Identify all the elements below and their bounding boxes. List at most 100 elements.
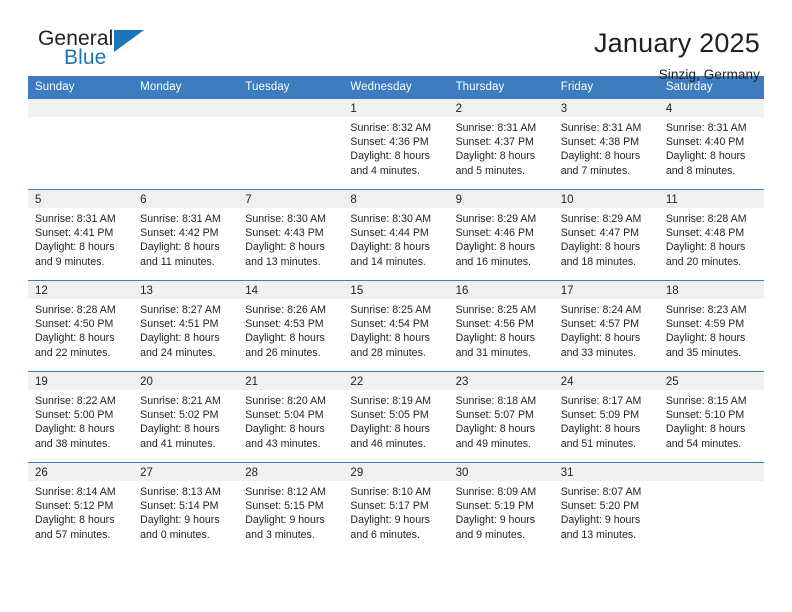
sunset-time: Sunset: 5:15 PM [245, 500, 324, 513]
day-details: Sunrise: 8:30 AM Sunset: 4:43 PM Daylight:… [238, 208, 343, 269]
day-details: Sunrise: 8:07 AM Sunset: 5:20 PM Daylight:… [554, 481, 659, 542]
day-number: 21 [238, 372, 344, 390]
sunrise-time: Sunrise: 8:21 AM [140, 395, 221, 407]
calendar-day-cell[interactable]: 22 Sunrise: 8:19 AM Sunset: 5:05 PM Dayligh… [343, 371, 449, 463]
sunset-time: Sunset: 4:46 PM [455, 227, 534, 240]
calendar-day-cell[interactable]: 21 Sunrise: 8:20 AM Sunset: 5:04 PM Dayligh… [238, 371, 344, 463]
day-number: 7 [238, 190, 344, 208]
daylight-duration: Daylight: 9 hours and 13 minutes. [560, 514, 641, 541]
day-number: 28 [238, 463, 344, 481]
calendar-grid: Sunday Monday Tuesday Wednesday Thursday… [28, 76, 764, 553]
sunset-time: Sunset: 4:42 PM [140, 227, 219, 240]
calendar-week-row: 26 Sunrise: 8:14 AM Sunset: 5:12 PM Dayligh… [28, 462, 764, 553]
day-number: 17 [553, 281, 659, 299]
calendar-day-cell[interactable]: 31 Sunrise: 8:07 AM Sunset: 5:20 PM Dayligh… [553, 462, 659, 553]
sunset-time: Sunset: 4:40 PM [665, 136, 745, 149]
calendar-day-cell[interactable]: 18 Sunrise: 8:23 AM Sunset: 4:59 PM Dayligh… [658, 280, 764, 372]
calendar-day-cell[interactable]: 3 Sunrise: 8:31 AM Sunset: 4:38 PM Daylight… [553, 99, 659, 190]
calendar-week-row: 5 Sunrise: 8:31 AM Sunset: 4:41 PM Daylight… [28, 189, 764, 281]
calendar-day-cell[interactable]: 8 Sunrise: 8:30 AM Sunset: 4:44 PM Daylight… [343, 189, 449, 281]
calendar-day-cell[interactable]: 23 Sunrise: 8:18 AM Sunset: 5:07 PM Dayligh… [448, 371, 554, 463]
calendar-week-row: 12 Sunrise: 8:28 AM Sunset: 4:50 PM Dayligh… [28, 280, 764, 372]
day-number: 19 [28, 372, 134, 390]
calendar-day-cell[interactable]: 26 Sunrise: 8:14 AM Sunset: 5:12 PM Dayligh… [28, 462, 134, 553]
day-number: 29 [343, 463, 449, 481]
daylight-duration: Daylight: 8 hours and 9 minutes. [35, 241, 115, 268]
sunset-time: Sunset: 5:12 PM [35, 500, 114, 513]
day-number [238, 99, 344, 117]
calendar-day-cell[interactable]: 16 Sunrise: 8:25 AM Sunset: 4:56 PM Dayligh… [448, 280, 554, 372]
calendar-day-cell[interactable]: 19 Sunrise: 8:22 AM Sunset: 5:00 PM Dayligh… [28, 371, 134, 463]
day-details: Sunrise: 8:25 AM Sunset: 4:56 PM Daylight:… [449, 299, 554, 360]
daylight-duration: Daylight: 8 hours and 43 minutes. [245, 423, 325, 450]
day-details: Sunrise: 8:12 AM Sunset: 5:15 PM Daylight:… [238, 481, 343, 542]
sunrise-time: Sunrise: 8:26 AM [245, 304, 326, 316]
calendar-page: General Blue January 2025 Sinzig, German… [0, 0, 792, 612]
day-number: 25 [658, 372, 764, 390]
calendar-day-cell[interactable]: 6 Sunrise: 8:31 AM Sunset: 4:42 PM Daylight… [133, 189, 239, 281]
calendar-day-cell[interactable]: 11 Sunrise: 8:28 AM Sunset: 4:48 PM Dayligh… [658, 189, 764, 281]
sunset-time: Sunset: 4:50 PM [35, 318, 114, 331]
day-details: Sunrise: 8:31 AM Sunset: 4:37 PM Daylight:… [449, 117, 554, 178]
sunset-time: Sunset: 5:20 PM [560, 500, 640, 513]
daylight-duration: Daylight: 9 hours and 0 minutes. [140, 514, 220, 541]
day-details: Sunrise: 8:30 AM Sunset: 4:44 PM Daylight:… [343, 208, 448, 269]
day-details: Sunrise: 8:13 AM Sunset: 5:14 PM Daylight:… [133, 481, 238, 542]
day-number: 9 [448, 190, 554, 208]
daylight-duration: Daylight: 9 hours and 9 minutes. [455, 514, 536, 541]
daylight-duration: Daylight: 8 hours and 7 minutes. [560, 150, 641, 177]
daylight-duration: Daylight: 8 hours and 49 minutes. [455, 423, 536, 450]
day-details: Sunrise: 8:29 AM Sunset: 4:46 PM Daylight:… [449, 208, 554, 269]
calendar-day-cell[interactable]: 24 Sunrise: 8:17 AM Sunset: 5:09 PM Dayligh… [553, 371, 659, 463]
daylight-duration: Daylight: 8 hours and 4 minutes. [350, 150, 430, 177]
calendar-day-cell-empty [28, 99, 134, 190]
calendar-week-row: 19 Sunrise: 8:22 AM Sunset: 5:00 PM Dayligh… [28, 371, 764, 463]
day-number: 27 [133, 463, 239, 481]
calendar-day-cell[interactable]: 14 Sunrise: 8:26 AM Sunset: 4:53 PM Dayligh… [238, 280, 344, 372]
day-details: Sunrise: 8:28 AM Sunset: 4:48 PM Daylight:… [659, 208, 764, 269]
calendar-day-cell[interactable]: 30 Sunrise: 8:09 AM Sunset: 5:19 PM Dayligh… [448, 462, 554, 553]
calendar-day-cell[interactable]: 7 Sunrise: 8:30 AM Sunset: 4:43 PM Daylight… [238, 189, 344, 281]
day-number: 30 [448, 463, 554, 481]
calendar-day-cell[interactable]: 12 Sunrise: 8:28 AM Sunset: 4:50 PM Dayligh… [28, 280, 134, 372]
day-details: Sunrise: 8:31 AM Sunset: 4:41 PM Daylight:… [28, 208, 133, 269]
sunset-time: Sunset: 5:00 PM [35, 409, 114, 422]
daylight-duration: Daylight: 9 hours and 6 minutes. [350, 514, 430, 541]
daylight-duration: Daylight: 8 hours and 38 minutes. [35, 423, 115, 450]
calendar-day-cell[interactable]: 28 Sunrise: 8:12 AM Sunset: 5:15 PM Dayligh… [238, 462, 344, 553]
calendar-day-cell[interactable]: 20 Sunrise: 8:21 AM Sunset: 5:02 PM Dayligh… [133, 371, 239, 463]
calendar-day-cell[interactable]: 9 Sunrise: 8:29 AM Sunset: 4:46 PM Daylight… [448, 189, 554, 281]
sunrise-time: Sunrise: 8:31 AM [560, 122, 642, 134]
sunset-time: Sunset: 5:19 PM [455, 500, 534, 513]
sunset-time: Sunset: 5:09 PM [560, 409, 640, 422]
calendar-day-cell[interactable]: 13 Sunrise: 8:27 AM Sunset: 4:51 PM Dayligh… [133, 280, 239, 372]
calendar-day-cell[interactable]: 10 Sunrise: 8:29 AM Sunset: 4:47 PM Dayligh… [553, 189, 659, 281]
weekday-header-tuesday: Tuesday [238, 76, 344, 99]
calendar-day-cell[interactable]: 27 Sunrise: 8:13 AM Sunset: 5:14 PM Dayligh… [133, 462, 239, 553]
daylight-duration: Daylight: 8 hours and 57 minutes. [35, 514, 115, 541]
calendar-day-cell[interactable]: 1 Sunrise: 8:32 AM Sunset: 4:36 PM Daylight… [343, 99, 449, 190]
daylight-duration: Daylight: 8 hours and 5 minutes. [455, 150, 536, 177]
sunrise-time: Sunrise: 8:31 AM [665, 122, 747, 134]
sunset-time: Sunset: 4:48 PM [665, 227, 745, 240]
sunrise-time: Sunrise: 8:23 AM [665, 304, 747, 316]
calendar-day-cell[interactable]: 29 Sunrise: 8:10 AM Sunset: 5:17 PM Dayligh… [343, 462, 449, 553]
calendar-day-cell[interactable]: 4 Sunrise: 8:31 AM Sunset: 4:40 PM Daylight… [658, 99, 764, 190]
day-number: 26 [28, 463, 134, 481]
sunrise-time: Sunrise: 8:20 AM [245, 395, 326, 407]
day-number: 11 [658, 190, 764, 208]
sunrise-time: Sunrise: 8:32 AM [350, 122, 432, 134]
calendar-day-cell[interactable]: 5 Sunrise: 8:31 AM Sunset: 4:41 PM Daylight… [28, 189, 134, 281]
sunset-time: Sunset: 4:47 PM [560, 227, 640, 240]
triangle-icon [114, 30, 144, 52]
calendar-day-cell[interactable]: 15 Sunrise: 8:25 AM Sunset: 4:54 PM Dayligh… [343, 280, 449, 372]
calendar-day-cell[interactable]: 2 Sunrise: 8:31 AM Sunset: 4:37 PM Daylight… [448, 99, 554, 190]
sunrise-time: Sunrise: 8:09 AM [455, 486, 537, 498]
sunrise-time: Sunrise: 8:24 AM [560, 304, 642, 316]
sunset-time: Sunset: 4:38 PM [560, 136, 640, 149]
day-number: 1 [343, 99, 449, 117]
sunrise-time: Sunrise: 8:30 AM [245, 213, 326, 225]
calendar-day-cell[interactable]: 25 Sunrise: 8:15 AM Sunset: 5:10 PM Dayligh… [658, 371, 764, 463]
brand-logo[interactable]: General Blue [28, 27, 198, 83]
calendar-day-cell[interactable]: 17 Sunrise: 8:24 AM Sunset: 4:57 PM Dayligh… [553, 280, 659, 372]
